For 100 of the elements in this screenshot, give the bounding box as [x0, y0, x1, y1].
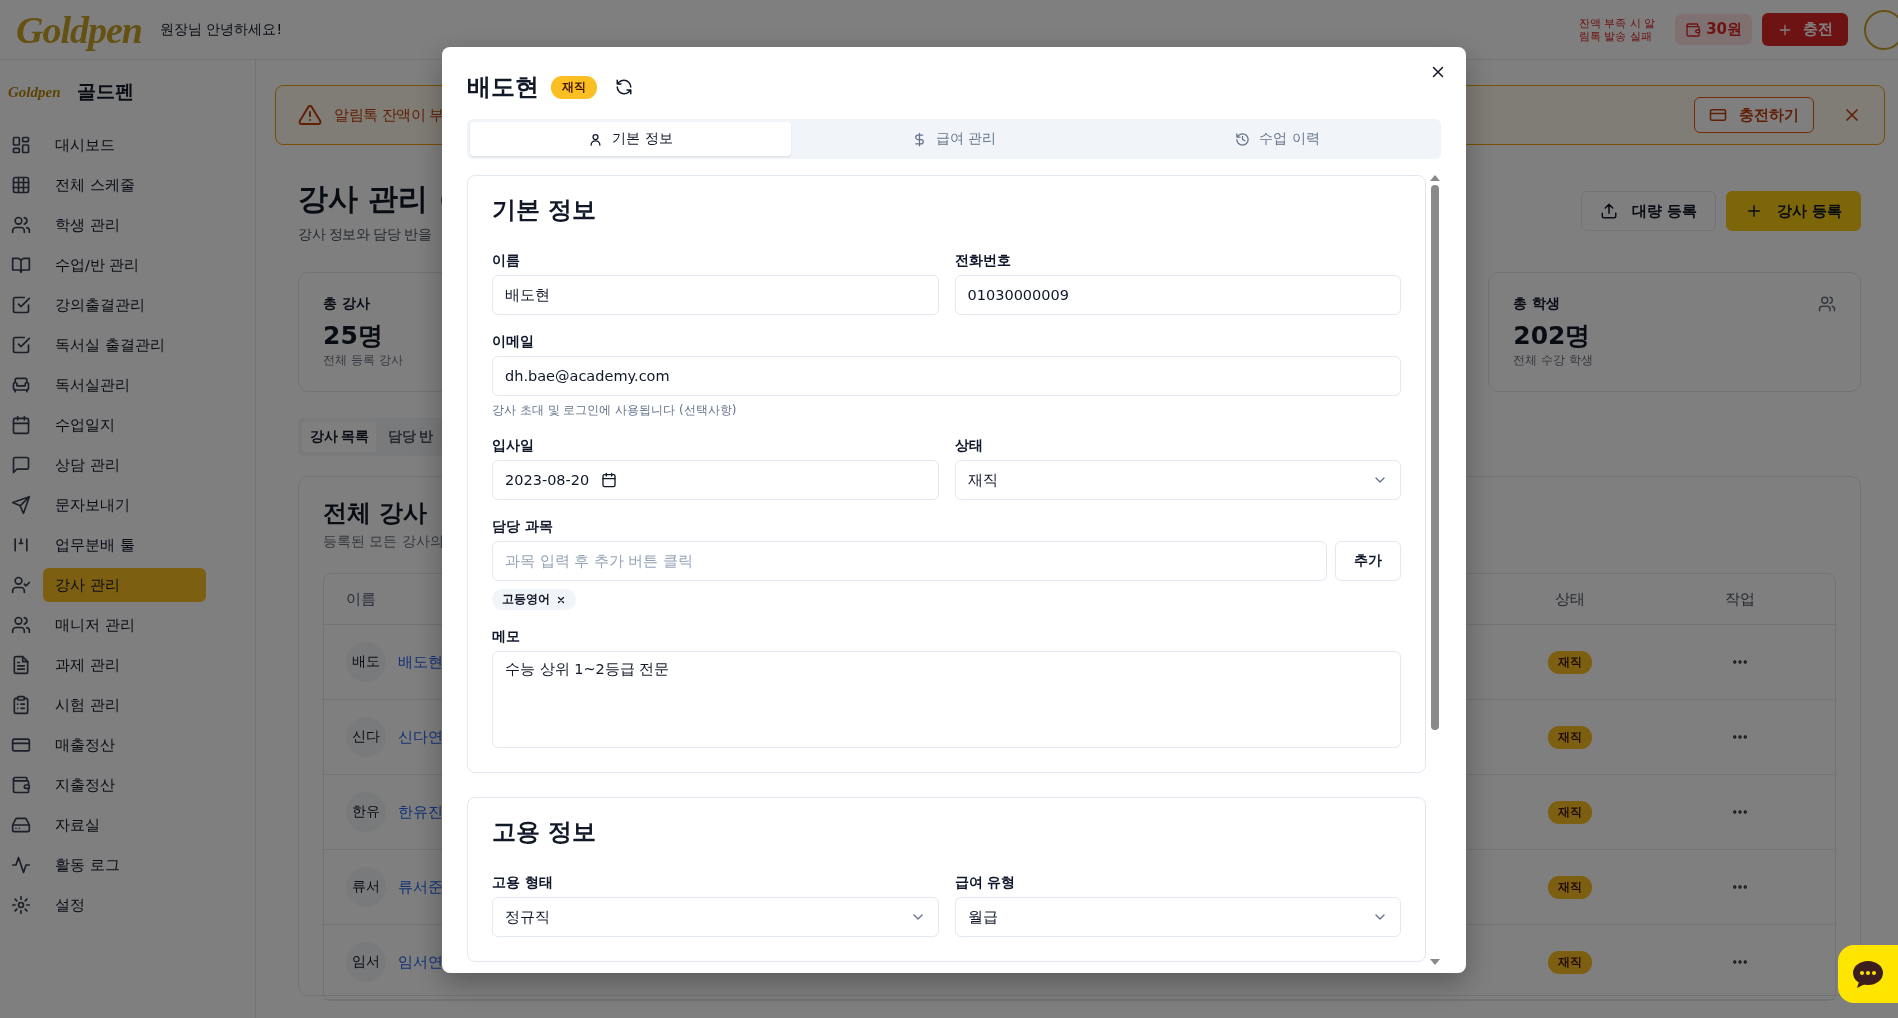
- remove-icon[interactable]: [556, 594, 566, 605]
- status-badge: 재직: [1548, 800, 1592, 824]
- upload-icon: [1599, 202, 1618, 220]
- sidebar-item[interactable]: 상담 관리: [43, 448, 206, 482]
- send-icon: [11, 495, 31, 515]
- sidebar-item[interactable]: 수업/반 관리: [43, 248, 206, 282]
- tab[interactable]: 급여 관리: [793, 122, 1115, 156]
- stat-caption: 전체 수강 학생: [1513, 352, 1593, 369]
- armchair-icon: [11, 375, 31, 395]
- sidebar-item[interactable]: 독서실관리: [43, 368, 206, 402]
- sidebar-item[interactable]: 강의출결관리: [43, 288, 206, 322]
- page-subtitle: 강사 정보와 담당 반을: [298, 226, 432, 244]
- avatar-initials: 한유: [346, 792, 386, 832]
- teacher-name-link[interactable]: 신다연: [398, 727, 443, 747]
- avatar-initials: 류서: [346, 867, 386, 907]
- teacher-name-link[interactable]: 한유진: [398, 802, 443, 822]
- sidebar-item[interactable]: 업무분배 툴: [43, 528, 206, 562]
- status-badge: 재직: [1548, 875, 1592, 899]
- date-field[interactable]: 2023-08-20: [492, 460, 939, 500]
- chat-button[interactable]: [1838, 945, 1898, 1003]
- tab[interactable]: 담당 반: [380, 422, 441, 452]
- stat-value: 25명: [323, 320, 383, 352]
- charge-button[interactable]: 충전하기: [1694, 97, 1814, 133]
- subject-tag: 고등영어: [492, 589, 576, 610]
- sidebar-item[interactable]: 자료실: [43, 808, 206, 842]
- textarea-field[interactable]: 수능 상위 1~2등급 전문: [492, 651, 1401, 748]
- card-icon: [1709, 106, 1727, 124]
- pulse-icon: [11, 855, 31, 875]
- stat-label: 총 강사: [323, 295, 370, 313]
- sidebar-item[interactable]: 매출정산: [43, 728, 206, 762]
- book-icon: [11, 255, 31, 275]
- sidebar-item[interactable]: 활동 로그: [43, 848, 206, 882]
- people-icon: [11, 615, 31, 635]
- stat-label: 총 학생: [1513, 295, 1561, 313]
- teacher-name-link[interactable]: 임서연: [398, 952, 443, 972]
- field-label: 이메일: [492, 333, 535, 351]
- sidebar-item[interactable]: 지출정산: [43, 768, 206, 802]
- card-subtitle: 등록된 모든 강사의: [323, 533, 444, 551]
- stat-caption: 전체 등록 강사: [323, 352, 403, 369]
- teacher-name-link[interactable]: 류서준: [398, 877, 443, 897]
- drive-icon: [11, 815, 31, 835]
- field-label: 고용 형태: [492, 874, 554, 892]
- select-field[interactable]: 재직: [954, 460, 1401, 500]
- sidebar-item[interactable]: 대시보드: [43, 128, 206, 162]
- upload-button[interactable]: 대량 등록: [1580, 191, 1716, 231]
- section-title: 고용 정보: [492, 817, 598, 848]
- sidebar-item[interactable]: 문자보내기: [43, 488, 206, 522]
- tab[interactable]: 수업 이력: [1116, 122, 1438, 156]
- tab[interactable]: 기본 정보: [470, 122, 792, 156]
- scrollbar[interactable]: [1429, 175, 1441, 965]
- select-field[interactable]: 월급: [954, 897, 1401, 937]
- sidebar-item[interactable]: 학생 관리: [43, 208, 206, 242]
- sidebar-item[interactable]: 설정: [43, 888, 206, 922]
- sidebar-item[interactable]: 시험 관리: [43, 688, 206, 722]
- card-icon: [11, 735, 31, 755]
- avatar-initials: 배도: [346, 642, 386, 682]
- input-field[interactable]: 배도현: [492, 275, 939, 315]
- field-label: 전화번호: [954, 252, 1012, 270]
- wallet-icon: [11, 775, 31, 795]
- section-title: 기본 정보: [492, 195, 598, 226]
- field-label: 입사일: [492, 437, 535, 455]
- history-icon: [1235, 131, 1251, 147]
- layout-icon: [11, 135, 31, 155]
- calendar-icon: [601, 472, 618, 488]
- sidebar-item[interactable]: 독서실 출결관리: [43, 328, 206, 362]
- chat-icon: [11, 455, 31, 475]
- sidebar-item[interactable]: 강사 관리: [43, 568, 206, 602]
- teacher-name-link[interactable]: 배도현: [398, 652, 443, 672]
- field-label: 메모: [492, 628, 521, 646]
- stat-value: 202명: [1513, 320, 1591, 352]
- balance-badge: 30원: [1675, 14, 1752, 45]
- status-badge: 재직: [1548, 950, 1592, 974]
- table-grid-icon: [11, 175, 31, 195]
- sidebar-item[interactable]: 전체 스케줄: [43, 168, 206, 202]
- charge-button[interactable]: 충전: [1762, 13, 1848, 46]
- add-button[interactable]: 강사 등록: [1725, 191, 1861, 231]
- input-field[interactable]: dh.bae@academy.com: [492, 356, 1401, 396]
- field-label: 급여 유형: [954, 874, 1017, 892]
- checkbox-icon: [11, 335, 31, 355]
- status-badge: 재직: [1548, 725, 1592, 749]
- greeting: 원장님 안녕하세요!: [160, 20, 283, 39]
- tab[interactable]: 강사 목록: [302, 422, 377, 452]
- dialog-title: 배도현: [467, 72, 539, 103]
- sidebar-item[interactable]: 과제 관리: [43, 648, 206, 682]
- help-text: 강사 초대 및 로그인에 사용됩니다 (선택사항): [492, 402, 738, 419]
- sidebar-item[interactable]: 수업일지: [43, 408, 206, 442]
- people-icon: [1818, 295, 1836, 313]
- add-button[interactable]: 추가: [1335, 541, 1401, 581]
- avatar-initials: 신다: [346, 717, 386, 757]
- sidebar-item[interactable]: 매니저 관리: [43, 608, 206, 642]
- input-field[interactable]: 과목 입력 후 추가 버튼 클릭: [492, 541, 1327, 581]
- refresh-icon[interactable]: [615, 78, 633, 96]
- calendar-icon: [11, 415, 31, 435]
- checkbox-icon: [11, 295, 31, 315]
- select-field[interactable]: 정규직: [492, 897, 939, 937]
- column-header: 이름: [346, 589, 376, 609]
- document-icon: [11, 655, 31, 675]
- field-label: 상태: [954, 437, 984, 455]
- input-field[interactable]: 01030000009: [954, 275, 1401, 315]
- card-title: 전체 강사: [323, 498, 428, 529]
